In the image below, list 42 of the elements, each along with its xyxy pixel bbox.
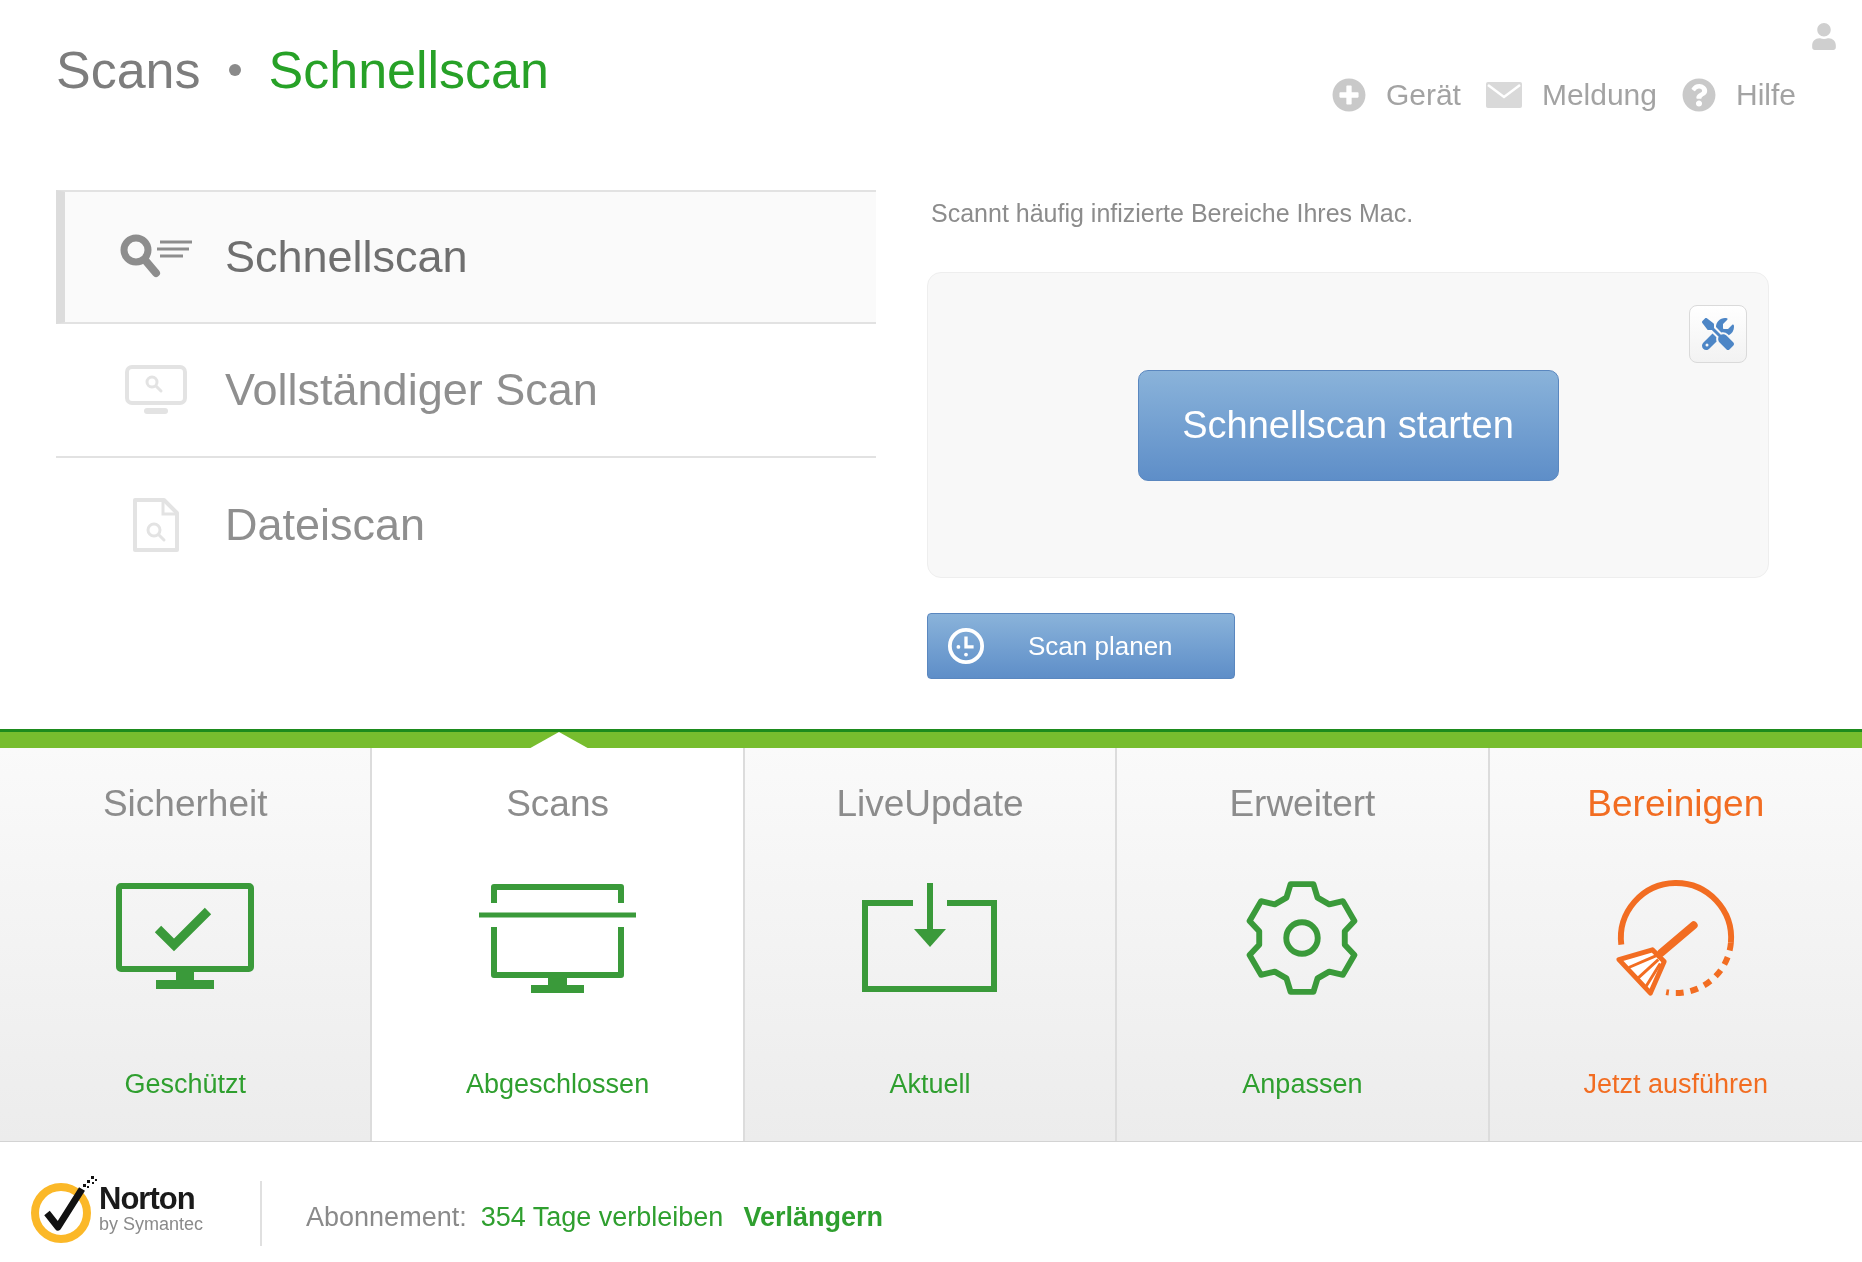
nav-tile[interactable]: Bereinigen Jetzt ausführen	[1489, 748, 1862, 1141]
nav-tile[interactable]: Erweitert Anpassen	[1117, 748, 1490, 1141]
tile-status: Abgeschlossen	[466, 1068, 650, 1100]
help-icon	[1682, 78, 1716, 112]
tile-title: Erweitert	[1229, 782, 1376, 826]
toolbar-button[interactable]: Hilfe	[1682, 78, 1796, 112]
toolbar-button[interactable]: Meldung	[1485, 78, 1657, 112]
scan-type-item[interactable]: Schnellscan	[56, 190, 876, 324]
nav-tile[interactable]: LiveUpdate Aktuell	[744, 748, 1118, 1141]
document-magnifier-icon	[131, 497, 180, 553]
checkmark-logo-icon	[30, 1175, 98, 1243]
tile-status: Aktuell	[889, 1068, 971, 1100]
schedule-scan-button[interactable]: Scan planen	[927, 613, 1235, 679]
toolbar-button[interactable]: Gerät	[1331, 78, 1461, 112]
subscription-label: Abonnement:	[306, 1201, 467, 1233]
tile-status: Geschützt	[124, 1068, 246, 1100]
scan-type-item[interactable]: Dateiscan	[56, 458, 876, 592]
breadcrumb-current: Schnellscan	[268, 40, 549, 101]
scan-description: Scannt häufig infizierte Bereiche Ihres Mac.	[930, 198, 1415, 228]
clock-icon	[947, 627, 985, 665]
breadcrumb-link[interactable]: Scans	[56, 38, 201, 102]
envelope-icon	[1485, 82, 1522, 108]
subscription-status: 354 Tage verbleiben	[480, 1201, 724, 1233]
monitor-scan-icon	[479, 883, 637, 993]
brand-name: Norton	[99, 1184, 196, 1214]
tile-status: Jetzt ausführen	[1583, 1068, 1769, 1100]
renew-link[interactable]: Verlängern	[743, 1201, 883, 1233]
tile-status: Anpassen	[1242, 1068, 1363, 1100]
scan-type-item[interactable]: Vollständiger Scan	[56, 324, 876, 458]
start-scan-button[interactable]: Schnellscan starten	[1137, 369, 1559, 481]
nav-tile[interactable]: Sicherheit Geschützt	[0, 748, 373, 1141]
brand-tagline: by Symantec	[99, 1214, 204, 1234]
broom-dial-icon	[1614, 877, 1737, 999]
download-tray-icon	[861, 883, 999, 993]
tile-title: Scans	[506, 782, 609, 826]
tile-title: Sicherheit	[102, 782, 268, 826]
bullet-icon	[228, 64, 241, 76]
tile-title: LiveUpdate	[836, 782, 1024, 826]
monitor-magnifier-icon	[124, 365, 187, 415]
tile-title: Bereinigen	[1587, 782, 1765, 826]
settings-button[interactable]	[1689, 305, 1747, 363]
tools-icon	[1702, 318, 1734, 350]
